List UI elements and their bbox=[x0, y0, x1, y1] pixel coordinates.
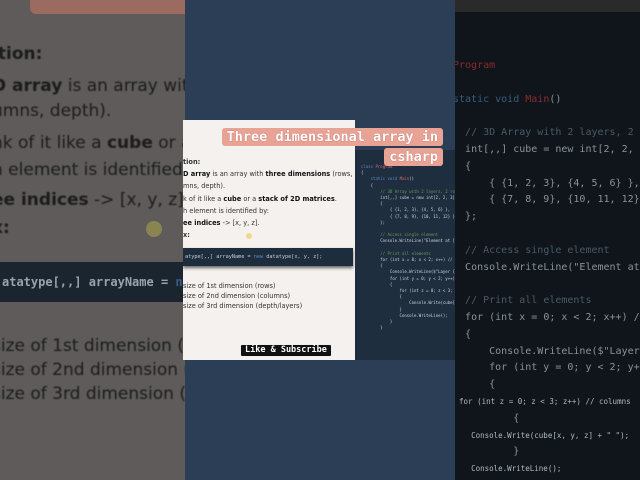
dimension-line: size of 2nd dimension (c bbox=[0, 360, 185, 380]
text-line: D array is an array with t bbox=[0, 76, 185, 96]
text-line: ee indices -> [x, y, z]. bbox=[183, 219, 260, 227]
dimension-line: size of 2nd dimension (columns) bbox=[183, 292, 291, 300]
left-blurred-zoom: tion: D array is an array with t umns, d… bbox=[0, 0, 185, 480]
syntax-heading: x: bbox=[183, 231, 190, 239]
title-banner-blur bbox=[30, 0, 185, 14]
right-blurred-code: Program static void Main() // 3D Array w… bbox=[455, 0, 640, 480]
text-line: k of it like a cube or a stack of 2D mat… bbox=[183, 195, 337, 203]
write-line: Console.Write(cube[x, y, z] + " "); bbox=[471, 430, 630, 440]
syntax-code-blur: atatype[,,] arrayName = new bbox=[0, 262, 185, 302]
dimension-line: size of 3rd dimension (de bbox=[0, 384, 185, 404]
dimension-line: size of 1st dimension (ro bbox=[0, 336, 185, 356]
text-line: umns, depth). bbox=[0, 101, 112, 121]
syntax-heading: x: bbox=[0, 218, 10, 238]
for-z-line: for (int z = 0; z < 3; z++) // columns bbox=[459, 396, 631, 406]
code-panel: class Program { static void Main() { // … bbox=[355, 150, 455, 360]
dimension-line: size of 3rd dimension (depth/layers) bbox=[183, 302, 303, 310]
writeline-line: Console.WriteLine(); bbox=[471, 464, 562, 474]
top-bar bbox=[455, 0, 640, 12]
definition-heading: tion: bbox=[0, 44, 43, 64]
dimension-line: size of 1st dimension (rows) bbox=[183, 282, 276, 290]
text-line: D array is an array with three dimension… bbox=[183, 170, 353, 178]
video-title: Three dimensional array in csharp bbox=[198, 126, 443, 166]
text-line: nk of it like a cube or a st bbox=[0, 133, 185, 153]
cursor-highlight bbox=[246, 233, 252, 239]
title-line-2: csharp bbox=[384, 148, 443, 166]
title-line-1: Three dimensional array in bbox=[221, 128, 443, 146]
text-line: h element is identified by: bbox=[183, 207, 269, 215]
text-line: ee indices -> [x, y, z]. bbox=[0, 190, 185, 210]
cursor-highlight bbox=[146, 221, 162, 237]
text-line: h element is identified b bbox=[0, 160, 185, 180]
syntax-code: atype[,,] arrayName = new datatype[x, y,… bbox=[183, 248, 353, 266]
text-line: mns, depth). bbox=[183, 182, 226, 190]
like-subscribe-badge: Like & Subscribe bbox=[240, 344, 332, 357]
